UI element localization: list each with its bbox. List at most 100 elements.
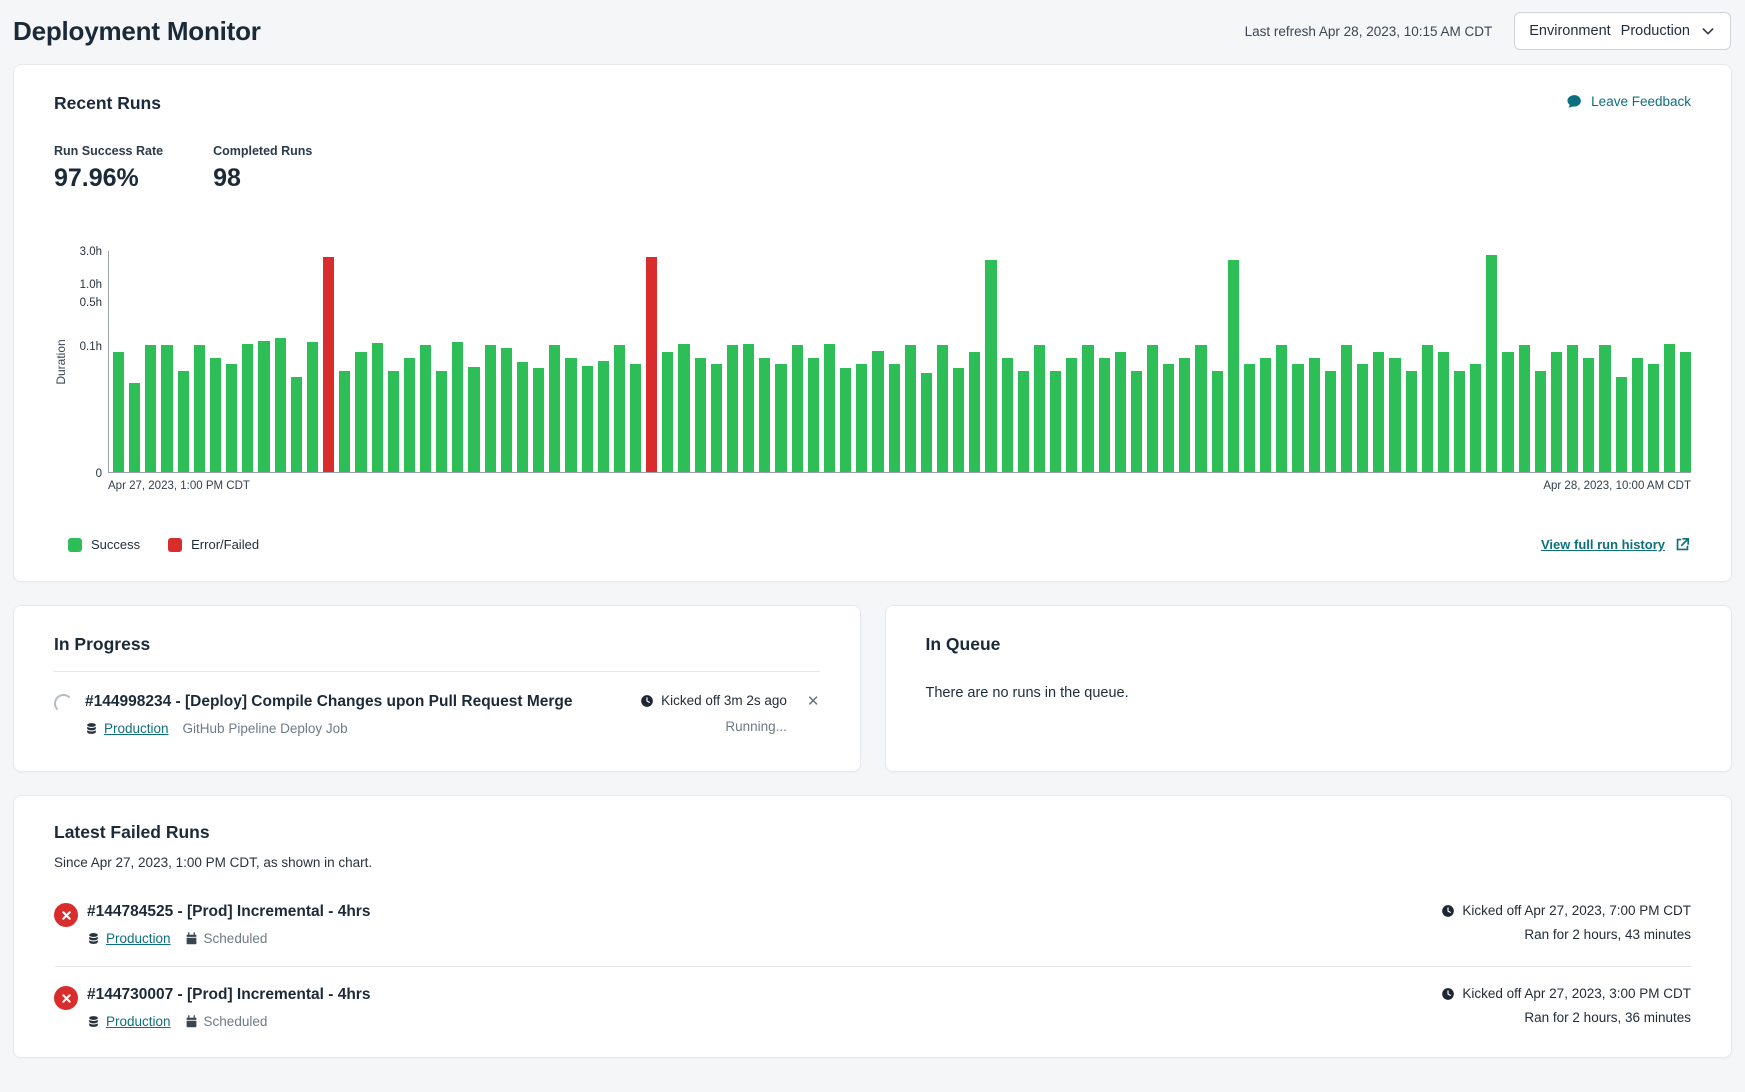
run-bar-success[interactable] — [969, 352, 980, 472]
run-bar-success[interactable] — [420, 345, 431, 472]
run-bar-success[interactable] — [792, 345, 803, 472]
run-bar-success[interactable] — [1341, 345, 1352, 472]
view-full-run-history-link[interactable]: View full run history — [1541, 536, 1691, 553]
run-bar-success[interactable] — [355, 352, 366, 472]
run-bar-success[interactable] — [501, 348, 512, 472]
run-bar-success[interactable] — [372, 343, 383, 472]
leave-feedback-link[interactable]: Leave Feedback — [1566, 93, 1691, 110]
run-bar-success[interactable] — [630, 364, 641, 472]
run-bar-success[interactable] — [889, 364, 900, 472]
run-bar-success[interactable] — [339, 371, 350, 472]
run-bar-success[interactable] — [1115, 352, 1126, 472]
run-bar-success[interactable] — [1034, 345, 1045, 472]
run-bar-success[interactable] — [1163, 364, 1174, 472]
run-bar-success[interactable] — [275, 338, 286, 472]
environment-link[interactable]: Production — [87, 931, 171, 946]
run-bar-success[interactable] — [1470, 364, 1481, 472]
run-bar-success[interactable] — [194, 345, 205, 472]
run-bar-success[interactable] — [1179, 358, 1190, 472]
run-bar-success[interactable] — [1244, 364, 1255, 472]
run-bar-success[interactable] — [1276, 345, 1287, 472]
run-bar-success[interactable] — [662, 352, 673, 472]
run-bar-success[interactable] — [1422, 345, 1433, 472]
run-bar-success[interactable] — [1680, 352, 1691, 472]
run-bar-success[interactable] — [549, 345, 560, 472]
run-bar-error[interactable] — [646, 257, 657, 472]
run-bar-success[interactable] — [145, 345, 156, 472]
run-bar-success[interactable] — [1616, 377, 1627, 472]
run-bar-success[interactable] — [759, 358, 770, 472]
run-bar-success[interactable] — [258, 341, 269, 472]
run-bar-success[interactable] — [1018, 371, 1029, 472]
run-bar-success[interactable] — [1389, 358, 1400, 472]
run-bar-success[interactable] — [808, 358, 819, 472]
run-bar-success[interactable] — [113, 352, 124, 472]
run-bar-success[interactable] — [1583, 358, 1594, 472]
run-bar-success[interactable] — [533, 368, 544, 472]
run-bar-success[interactable] — [872, 351, 883, 472]
run-bar-success[interactable] — [937, 345, 948, 472]
run-bar-success[interactable] — [161, 345, 172, 472]
run-bar-success[interactable] — [598, 361, 609, 472]
run-bar-success[interactable] — [985, 260, 996, 472]
run-bar-success[interactable] — [129, 383, 140, 472]
run-bar-success[interactable] — [1357, 364, 1368, 472]
run-bar-success[interactable] — [743, 344, 754, 472]
run-bar-success[interactable] — [905, 345, 916, 472]
run-bar-success[interactable] — [178, 371, 189, 472]
run-bar-success[interactable] — [921, 373, 932, 472]
run-bar-success[interactable] — [1099, 358, 1110, 472]
run-bar-success[interactable] — [614, 345, 625, 472]
run-bar-success[interactable] — [388, 371, 399, 472]
run-bar-success[interactable] — [1664, 344, 1675, 472]
run-bar-success[interactable] — [695, 358, 706, 472]
environment-dropdown[interactable]: Environment Production — [1514, 12, 1731, 50]
run-bar-success[interactable] — [1454, 371, 1465, 472]
run-bar-success[interactable] — [1082, 345, 1093, 472]
run-bar-success[interactable] — [226, 364, 237, 472]
run-bar-success[interactable] — [1486, 255, 1497, 472]
run-bar-success[interactable] — [1567, 345, 1578, 472]
run-bar-success[interactable] — [468, 367, 479, 472]
run-bar-success[interactable] — [727, 345, 738, 472]
run-bar-success[interactable] — [517, 362, 528, 472]
run-bar-success[interactable] — [1502, 352, 1513, 472]
run-bar-success[interactable] — [210, 358, 221, 472]
run-bar-success[interactable] — [840, 368, 851, 472]
run-bar-success[interactable] — [291, 377, 302, 472]
run-bar-success[interactable] — [404, 358, 415, 472]
run-bar-success[interactable] — [775, 364, 786, 472]
run-bar-success[interactable] — [1228, 260, 1239, 472]
close-icon[interactable]: ✕ — [807, 694, 820, 709]
run-bar-success[interactable] — [1066, 358, 1077, 472]
environment-link[interactable]: Production — [85, 721, 169, 736]
run-bar-success[interactable] — [1551, 352, 1562, 472]
run-bar-success[interactable] — [1309, 358, 1320, 472]
run-bar-success[interactable] — [1519, 345, 1530, 472]
run-bar-success[interactable] — [1002, 358, 1013, 472]
run-bar-success[interactable] — [1406, 371, 1417, 472]
run-bar-success[interactable] — [1292, 364, 1303, 472]
run-bar-success[interactable] — [953, 368, 964, 472]
run-bar-success[interactable] — [1325, 371, 1336, 472]
run-bar-success[interactable] — [307, 342, 318, 472]
run-bar-success[interactable] — [824, 344, 835, 472]
run-bar-success[interactable] — [565, 358, 576, 472]
run-bar-success[interactable] — [242, 344, 253, 472]
run-bar-success[interactable] — [1599, 345, 1610, 472]
run-bar-success[interactable] — [1147, 345, 1158, 472]
run-bar-success[interactable] — [452, 342, 463, 472]
run-bar-success[interactable] — [485, 345, 496, 472]
run-bar-success[interactable] — [856, 364, 867, 472]
run-bar-success[interactable] — [678, 344, 689, 472]
run-bar-success[interactable] — [1195, 345, 1206, 472]
run-bar-success[interactable] — [1131, 371, 1142, 472]
run-bar-success[interactable] — [1212, 371, 1223, 472]
run-bar-success[interactable] — [1438, 352, 1449, 472]
run-bar-success[interactable] — [582, 366, 593, 472]
run-bar-success[interactable] — [436, 371, 447, 472]
run-bar-success[interactable] — [1373, 352, 1384, 472]
run-bar-success[interactable] — [1632, 358, 1643, 472]
run-bar-success[interactable] — [1050, 371, 1061, 472]
run-bar-success[interactable] — [711, 364, 722, 472]
